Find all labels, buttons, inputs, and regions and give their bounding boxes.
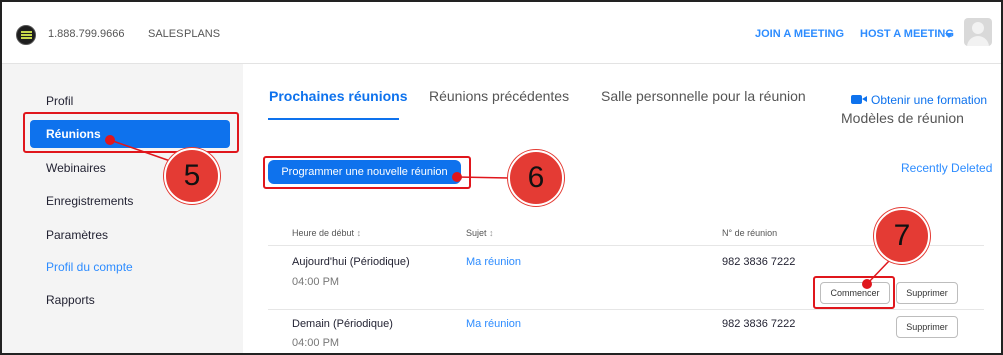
step-badge-7: 7	[874, 208, 930, 264]
step-badge-5: 5	[164, 148, 220, 204]
callout-lines	[109, 139, 890, 285]
callout-dot	[862, 279, 872, 289]
callout-dot	[452, 172, 462, 182]
callout-dot	[105, 135, 115, 145]
step-badge-6: 6	[508, 150, 564, 206]
